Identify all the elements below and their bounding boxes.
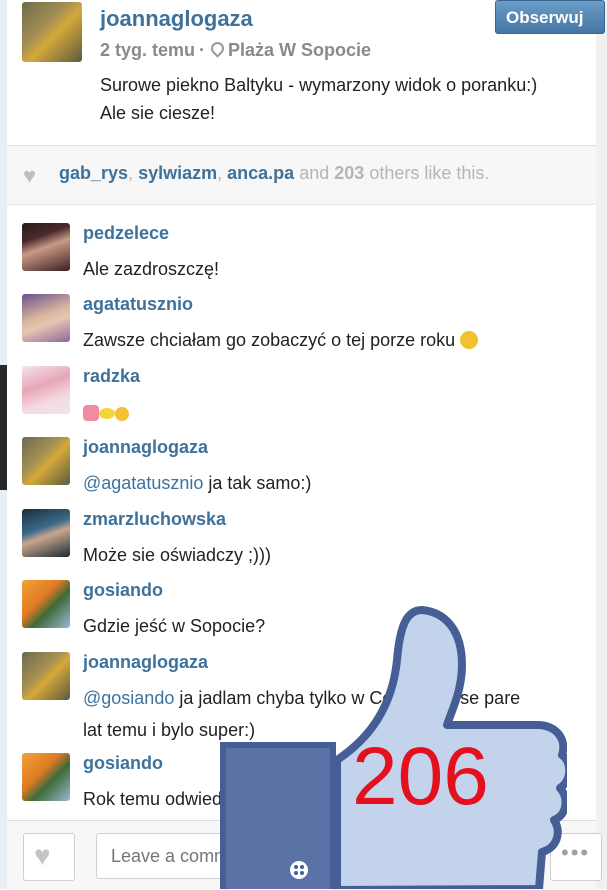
comment-username[interactable]: zmarzluchowska bbox=[83, 509, 226, 530]
avatar[interactable] bbox=[22, 753, 70, 801]
comment-text: Może sie oświadczy ;))) bbox=[83, 545, 272, 565]
avatar[interactable] bbox=[22, 223, 70, 271]
smile-emoji-icon bbox=[115, 407, 129, 421]
like-count-overlay: 206 bbox=[352, 731, 489, 822]
like-user-2[interactable]: sylwiazm bbox=[138, 163, 217, 183]
post-caption: Surowe piekno Baltyku - wymarzony widok … bbox=[100, 71, 600, 127]
owner-avatar[interactable] bbox=[22, 2, 82, 62]
caption-line-2: Ale sie ciesze! bbox=[100, 103, 216, 123]
avatar[interactable] bbox=[22, 652, 70, 700]
like-user-1[interactable]: gab_rys bbox=[59, 163, 128, 183]
comment-text-row: Zawsze chciałam go zobaczyć o tej porze … bbox=[83, 324, 583, 356]
avatar[interactable] bbox=[22, 366, 70, 414]
comment-username[interactable]: radzka bbox=[83, 366, 140, 387]
smile-emoji-icon bbox=[460, 331, 479, 349]
mention-link[interactable]: @agatatusznio bbox=[83, 473, 203, 493]
owner-username[interactable]: joannaglogaza bbox=[100, 6, 253, 32]
post-location[interactable]: Plaża W Sopocie bbox=[228, 40, 371, 60]
likes-summary: gab_rys, sylwiazm, anca.pa and 203 other… bbox=[59, 163, 490, 183]
comment-text: ja tak samo:) bbox=[203, 473, 312, 493]
avatar[interactable] bbox=[22, 294, 70, 342]
comment-username[interactable]: gosiando bbox=[83, 580, 163, 601]
location-pin-icon bbox=[208, 39, 227, 58]
follow-button[interactable]: Obserwuj bbox=[495, 0, 605, 34]
lemon-emoji-icon bbox=[99, 408, 115, 419]
heart-icon: ♥ bbox=[23, 163, 37, 188]
post-header: joannaglogaza Obserwuj 2 tyg. temu · Plaża… bbox=[7, 0, 605, 145]
scrollbar[interactable] bbox=[595, 0, 607, 889]
comment-username[interactable]: agatatusznio bbox=[83, 294, 193, 315]
comment-emoji-row bbox=[83, 396, 583, 428]
caption-line-1: Surowe piekno Baltyku - wymarzony widok … bbox=[100, 75, 538, 95]
comment-username[interactable]: pedzelece bbox=[83, 223, 169, 244]
post-meta: 2 tyg. temu · Plaża W Sopocie bbox=[100, 39, 372, 60]
post-time[interactable]: 2 tyg. temu bbox=[100, 40, 195, 60]
comment-text: Ale zazdroszczę! bbox=[83, 259, 220, 279]
avatar[interactable] bbox=[22, 437, 70, 485]
comment-text-row: @agatatusznio ja tak samo:) bbox=[83, 467, 583, 499]
likes-count[interactable]: 203 bbox=[334, 163, 364, 183]
likes-suffix: others like this. bbox=[369, 163, 490, 183]
left-background-strip bbox=[0, 0, 7, 889]
avatar[interactable] bbox=[22, 509, 70, 557]
like-button[interactable]: ♥ bbox=[23, 833, 75, 881]
heart-icon: ♥ bbox=[34, 840, 51, 871]
comment-username[interactable]: joannaglogaza bbox=[83, 437, 208, 458]
like-user-3[interactable]: anca.pa bbox=[227, 163, 294, 183]
comment-username[interactable]: joannaglogaza bbox=[83, 652, 208, 673]
post-panel: joannaglogaza Obserwuj 2 tyg. temu · Plaża… bbox=[7, 0, 605, 890]
likes-and: and bbox=[299, 163, 330, 183]
bow-emoji-icon bbox=[83, 405, 99, 421]
comment-text: Zawsze chciałam go zobaczyć o tej porze … bbox=[83, 330, 456, 350]
avatar[interactable] bbox=[22, 580, 70, 628]
comment-username[interactable]: gosiando bbox=[83, 753, 163, 774]
mention-link[interactable]: @gosiando bbox=[83, 688, 174, 708]
likes-bar: ♥ gab_rys, sylwiazm, anca.pa and 203 oth… bbox=[7, 146, 596, 205]
